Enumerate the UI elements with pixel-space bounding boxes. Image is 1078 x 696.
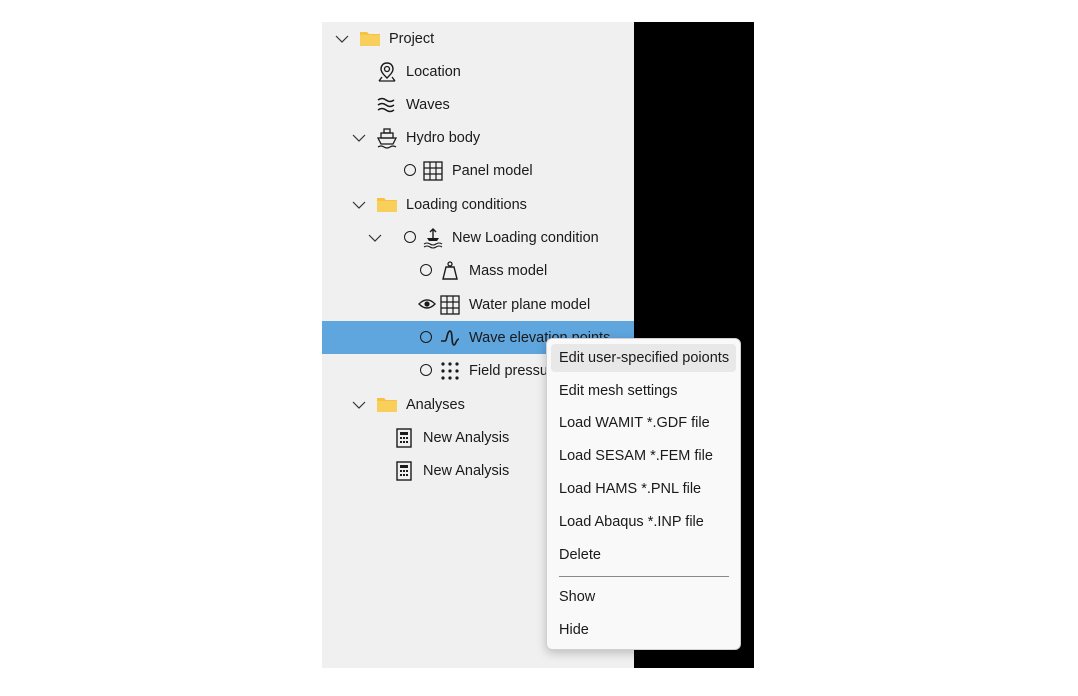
folder-icon — [377, 398, 397, 412]
weight-icon — [442, 261, 458, 280]
chevron-down-icon[interactable] — [334, 31, 350, 47]
visibility-radio[interactable] — [404, 164, 416, 176]
folder-icon — [377, 198, 397, 212]
visibility-radio[interactable] — [420, 331, 432, 343]
tree-item-location[interactable]: Location — [322, 55, 634, 88]
tree-item-label: Mass model — [469, 263, 548, 279]
visibility-radio[interactable] — [420, 264, 432, 276]
tree-item-label: New Analysis — [423, 463, 510, 479]
grid-icon — [423, 161, 443, 181]
tree-item-project[interactable]: Project — [322, 22, 634, 55]
menu-item-load-sesam[interactable]: Load SESAM *.FEM file — [551, 442, 736, 470]
tree-item-mass-model[interactable]: Mass model — [322, 254, 634, 287]
visibility-radio[interactable] — [420, 364, 432, 376]
chevron-down-icon[interactable] — [351, 397, 367, 413]
tree-item-label: Waves — [406, 97, 450, 113]
tree-item-new-loading-condition[interactable]: New Loading condition — [322, 221, 634, 254]
folder-icon — [360, 32, 380, 46]
menu-item-load-hams[interactable]: Load HAMS *.PNL file — [551, 475, 736, 503]
menu-item-load-abaqus[interactable]: Load Abaqus *.INP file — [551, 508, 736, 536]
tree-item-label: New Loading condition — [452, 230, 599, 246]
tree-item-label: Water plane model — [469, 297, 591, 313]
tree-item-panel-model[interactable]: Panel model — [322, 154, 634, 187]
menu-item-show[interactable]: Show — [551, 583, 736, 611]
context-menu: Edit user-specified poionts Edit mesh se… — [546, 338, 741, 650]
tree-item-label: Project — [389, 31, 435, 47]
tree-item-label: Field pressu — [469, 363, 548, 379]
grid-icon — [440, 295, 460, 315]
tree-item-hydro-body[interactable]: Hydro body — [322, 121, 634, 154]
ship-icon — [376, 128, 398, 149]
visibility-radio[interactable] — [404, 231, 416, 243]
tree-item-label: New Analysis — [423, 430, 510, 446]
waves-icon — [377, 97, 395, 113]
eye-icon[interactable] — [418, 298, 436, 310]
tree-item-loading-conditions[interactable]: Loading conditions — [322, 188, 634, 221]
menu-item-edit-points[interactable]: Edit user-specified poionts — [551, 344, 736, 372]
chevron-down-icon[interactable] — [367, 230, 383, 246]
map-pin-icon — [378, 62, 396, 82]
tree-item-waves[interactable]: Waves — [322, 88, 634, 121]
menu-item-load-wamit[interactable]: Load WAMIT *.GDF file — [551, 409, 736, 437]
loading-condition-icon — [423, 228, 443, 249]
calculator-icon — [396, 461, 412, 481]
tree-item-label: Hydro body — [406, 130, 481, 146]
tree-item-label: Location — [406, 64, 461, 80]
menu-item-delete[interactable]: Delete — [551, 541, 736, 569]
tree-item-label: Loading conditions — [406, 197, 527, 213]
dot-grid-icon — [441, 362, 459, 380]
chevron-down-icon[interactable] — [351, 130, 367, 146]
tree-item-label: Panel model — [452, 163, 533, 179]
menu-separator — [559, 576, 729, 577]
calculator-icon — [396, 428, 412, 448]
tree-item-water-plane-model[interactable]: Water plane model — [322, 288, 634, 321]
tree-item-label: Analyses — [406, 397, 465, 413]
wave-signal-icon — [441, 330, 460, 346]
menu-item-edit-mesh[interactable]: Edit mesh settings — [551, 377, 736, 405]
chevron-down-icon[interactable] — [351, 197, 367, 213]
menu-item-hide[interactable]: Hide — [551, 616, 736, 644]
